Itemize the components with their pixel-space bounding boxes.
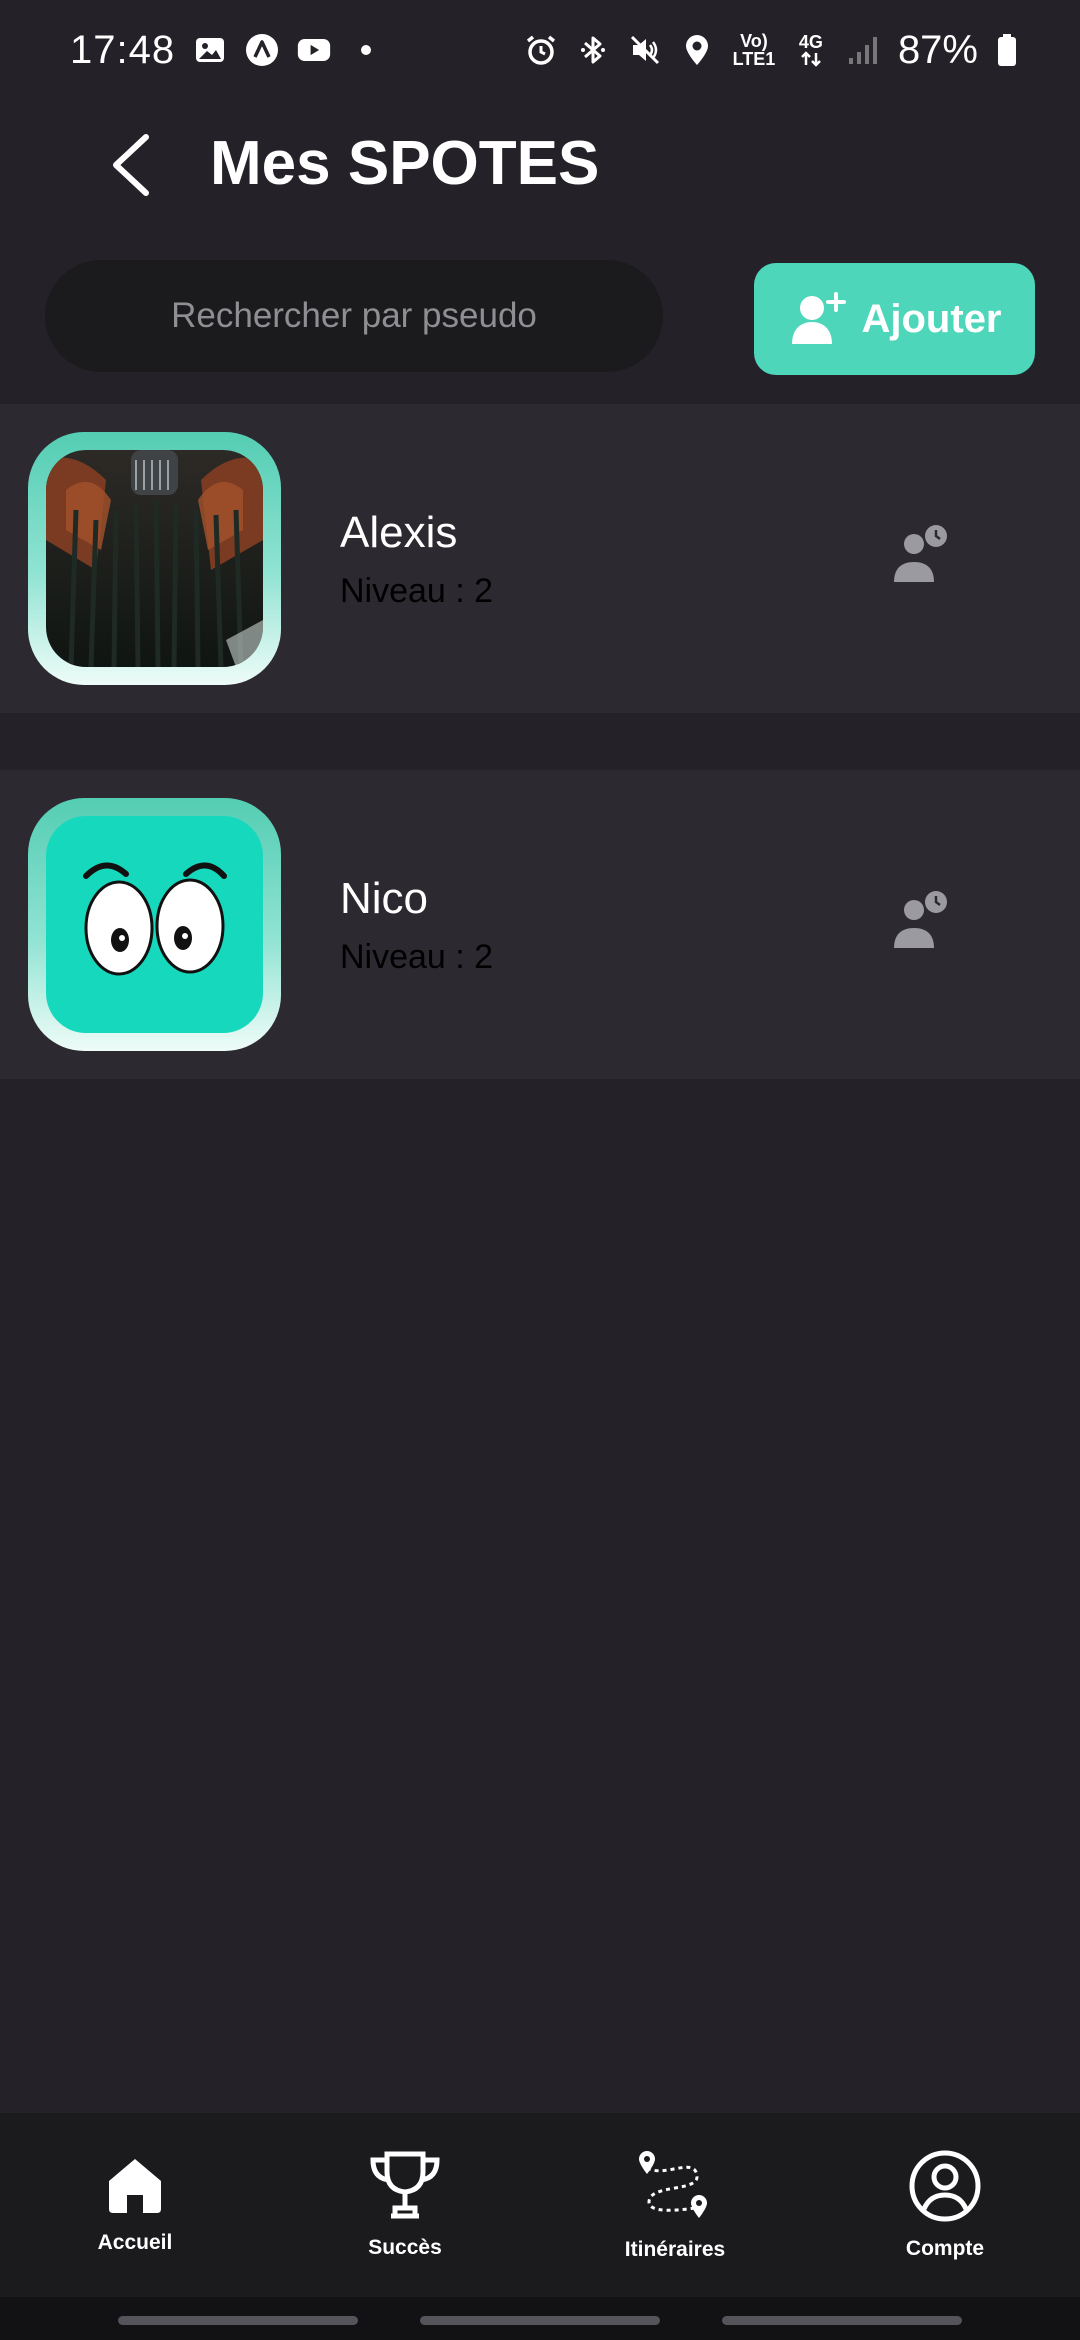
bottom-nav: Accueil Succès Itinéraires Compte [0, 2113, 1080, 2297]
youtube-icon [297, 33, 331, 67]
image-icon [193, 33, 227, 67]
friend-pending-button[interactable] [882, 514, 962, 594]
dot-icon [349, 33, 383, 67]
trophy-icon [370, 2151, 440, 2219]
add-friend-button[interactable]: Ajouter [754, 263, 1035, 375]
friend-pending-icon [894, 891, 947, 948]
nav-label: Succès [368, 2236, 442, 2259]
add-user-icon [791, 292, 846, 344]
location-icon [680, 33, 714, 67]
friend-name: Alexis [340, 508, 458, 557]
friend-row[interactable]: Alexis Niveau : 2 [0, 404, 1080, 713]
home-icon [109, 2159, 161, 2213]
gesture-bar [0, 2297, 1080, 2340]
eyes-avatar [46, 816, 263, 1033]
page-title: Mes SPOTES [210, 129, 600, 198]
account-icon [909, 2150, 981, 2222]
friend-row[interactable]: Nico Niveau : 2 [0, 770, 1080, 1079]
bluetooth-icon [576, 33, 610, 67]
back-button[interactable] [90, 130, 170, 200]
battery-icon [996, 33, 1018, 67]
status-left: 17:48 [70, 28, 383, 73]
alarm-icon [524, 33, 558, 67]
add-button-label: Ajouter [861, 296, 1002, 341]
gesture-back[interactable] [722, 2316, 962, 2325]
friend-level: Niveau : 2 [340, 572, 494, 610]
avatar [28, 798, 281, 1051]
friend-level: Niveau : 2 [340, 938, 494, 976]
gesture-home[interactable] [420, 2316, 660, 2325]
friend-pending-icon [894, 525, 947, 582]
nav-item-compte[interactable]: Compte [815, 2113, 1075, 2297]
back-arrow-icon [113, 134, 149, 196]
status-time: 17:48 [70, 27, 176, 72]
friend-name: Nico [340, 874, 429, 923]
friend-list: Alexis Niveau : 2 Nico Niveau: 2 [0, 404, 1080, 1079]
nav-label: Compte [905, 2237, 985, 2260]
signal-icon [846, 33, 880, 67]
nav-item-accueil[interactable]: Accueil [5, 2113, 265, 2297]
route-icon [639, 2151, 707, 2218]
app-a-icon [245, 33, 279, 67]
volte-icon: Vo) LTE1 [732, 31, 776, 69]
mute-icon [628, 33, 662, 67]
avatar [28, 432, 281, 685]
status-right: Vo) LTE1 4G 87% [524, 28, 1018, 73]
nav-label: Itinéraires [624, 2238, 726, 2261]
nav-item-succes[interactable]: Succès [275, 2113, 535, 2297]
nav-item-itineraires[interactable]: Itinéraires [545, 2113, 805, 2297]
battery-percent: 87% [897, 27, 978, 72]
friend-pending-button[interactable] [882, 880, 962, 960]
search-field[interactable] [45, 260, 663, 372]
search-input[interactable] [45, 260, 663, 372]
status-bar: 17:48 Vo) LTE1 4G 87% [0, 0, 1080, 100]
nav-label: Accueil [97, 2231, 173, 2254]
gesture-recents[interactable] [118, 2316, 358, 2325]
photo-avatar [46, 450, 263, 667]
header: Mes SPOTES [0, 100, 1080, 230]
4g-icon: 4G [794, 33, 828, 67]
